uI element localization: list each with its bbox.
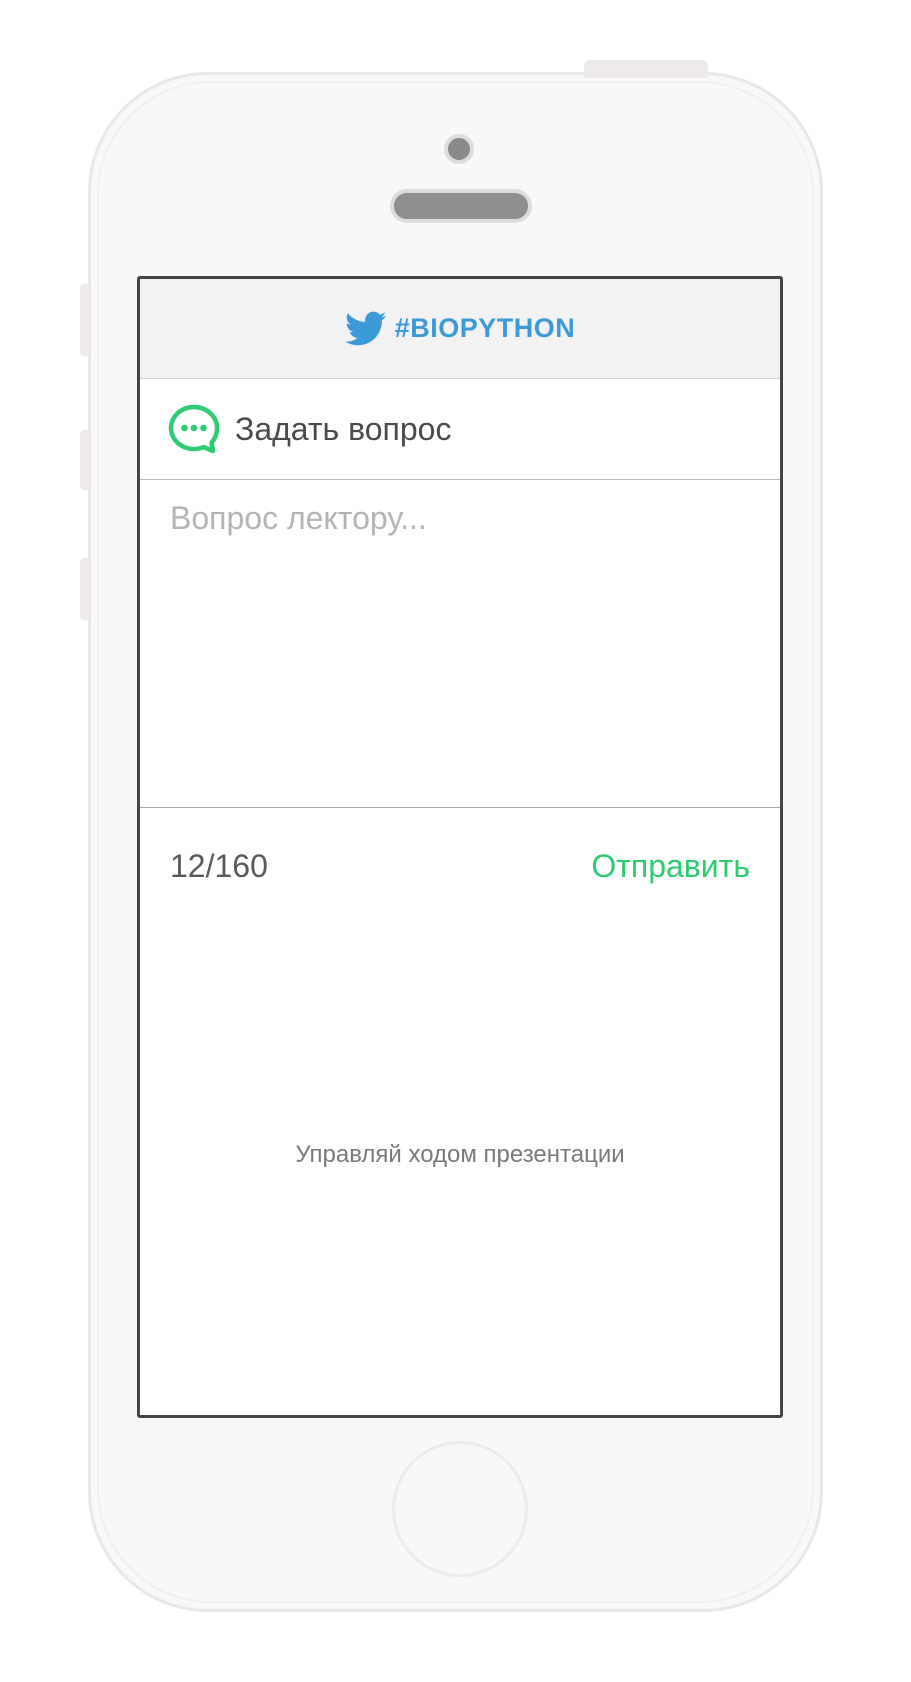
earpiece-speaker: [390, 189, 532, 223]
front-camera: [444, 134, 474, 164]
volume-up-button: [80, 430, 90, 490]
presentation-hint: Управляй ходом презентации: [295, 1141, 625, 1168]
volume-down-button: [80, 558, 90, 620]
compose-footer: 12/160 Отправить: [140, 808, 780, 924]
chat-bubble-icon: [168, 404, 220, 454]
app-screen: #BIOPYTHON Задать вопрос 12/160 Отправит…: [137, 276, 783, 1418]
ask-question-label: Задать вопрос: [235, 410, 452, 447]
power-button: [584, 60, 708, 78]
question-area: [140, 480, 780, 808]
question-input[interactable]: [140, 480, 780, 807]
home-button[interactable]: [392, 1441, 528, 1577]
nav-bar: #BIOPYTHON: [140, 279, 780, 379]
char-counter: 12/160: [170, 847, 268, 884]
hashtag-title: #BIOPYTHON: [394, 313, 576, 343]
ask-question-row[interactable]: Задать вопрос: [140, 379, 780, 480]
send-button[interactable]: Отправить: [591, 848, 750, 885]
twitter-bird-icon: [344, 311, 387, 345]
mute-switch: [80, 284, 90, 356]
